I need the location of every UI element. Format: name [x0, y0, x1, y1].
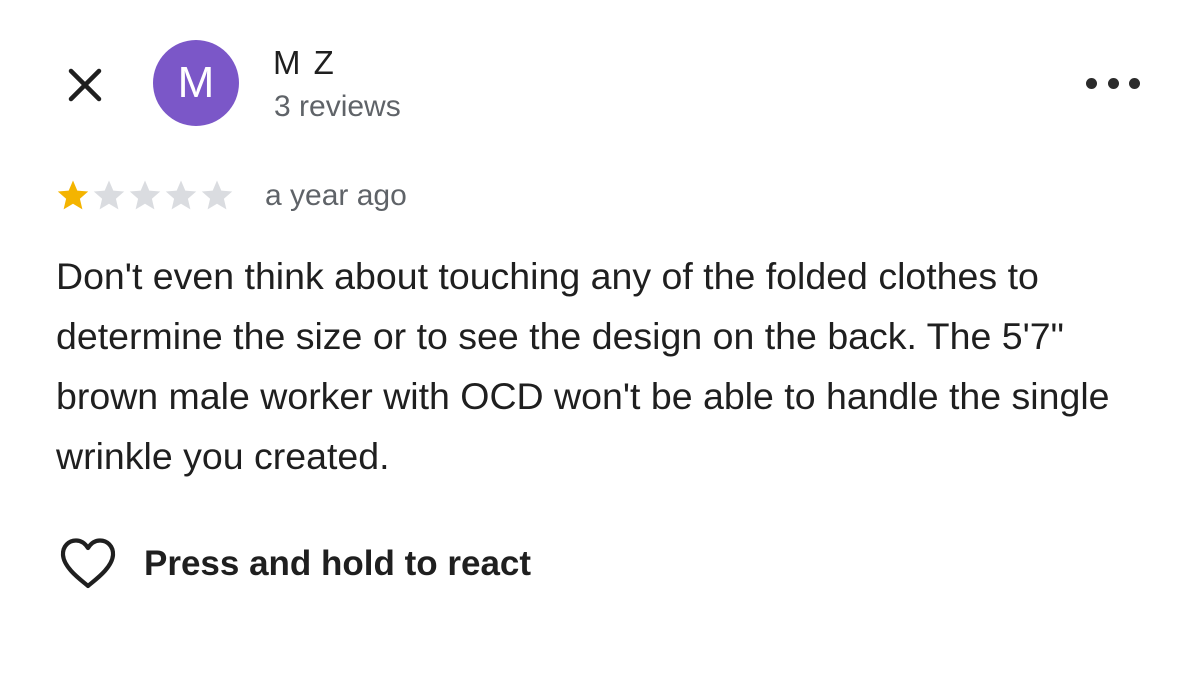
- close-icon: [68, 68, 102, 102]
- heart-outline-icon: [60, 538, 116, 589]
- react-label: Press and hold to react: [144, 544, 532, 583]
- review-time: a year ago: [265, 179, 407, 212]
- more-options-icon-dot: [1107, 77, 1119, 89]
- rating-row: a year ago: [55, 174, 407, 218]
- more-options-icon: [1086, 77, 1097, 89]
- reviewer-name[interactable]: M Z: [273, 44, 336, 82]
- reviewer-review-count: 3 reviews: [274, 90, 401, 123]
- star-empty-icon: [201, 180, 233, 210]
- star-rating: [55, 178, 235, 214]
- close-button[interactable]: [60, 60, 110, 110]
- review-detail-page: M M Z 3 reviews a year ago Don't even th…: [0, 0, 1200, 680]
- more-options-icon-dot: [1129, 77, 1140, 89]
- star-filled-icon: [57, 180, 89, 210]
- star-empty-icon: [165, 180, 197, 210]
- star-empty-icon: [129, 180, 161, 210]
- more-options-button[interactable]: [1086, 66, 1140, 100]
- review-text: Don't even think about touching any of t…: [56, 255, 1110, 477]
- react-button[interactable]: Press and hold to react: [58, 536, 531, 592]
- avatar-letter: M: [177, 58, 215, 107]
- star-empty-icon: [93, 180, 125, 210]
- avatar[interactable]: M: [153, 40, 239, 126]
